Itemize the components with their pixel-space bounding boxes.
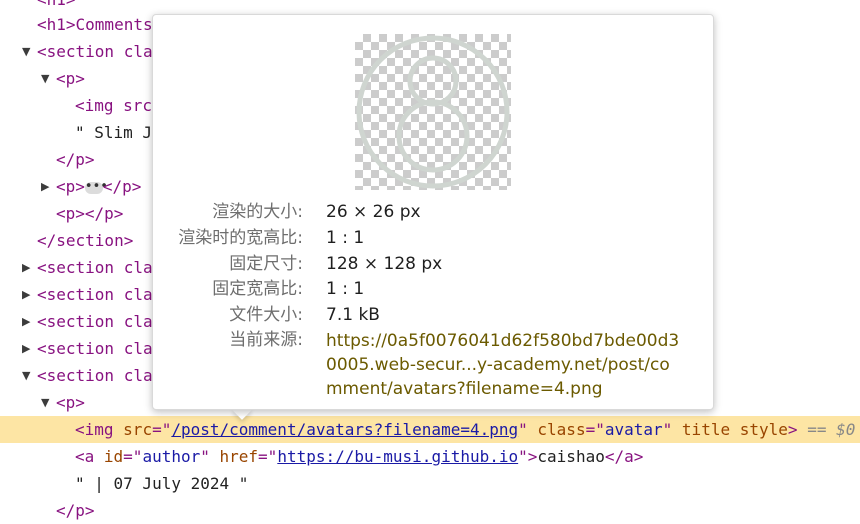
- console-ref: == $0: [807, 420, 856, 439]
- tag-p-close: </p>: [56, 501, 95, 520]
- info-row-intrinsic-size: 固定尺寸: 128 × 128 px: [153, 251, 713, 277]
- value-rendered-size: 26 × 26 px: [326, 202, 421, 222]
- tag-p: <p>: [56, 393, 85, 412]
- triangle-expanded-icon[interactable]: ▼: [41, 65, 49, 92]
- triangle-collapsed-icon[interactable]: ▶: [41, 173, 49, 200]
- label-current-source: 当前来源:: [229, 330, 303, 350]
- tag-a: <a: [75, 447, 95, 466]
- tag-img: <img: [75, 420, 114, 439]
- tag-section: <section cla: [37, 366, 153, 385]
- triangle-collapsed-icon[interactable]: ▶: [22, 308, 30, 335]
- triangle-collapsed-icon[interactable]: ▶: [22, 254, 30, 281]
- triangle-collapsed-icon[interactable]: ▶: [22, 281, 30, 308]
- tag-p-close: </p>: [56, 150, 95, 169]
- attr-quote: ": [518, 420, 528, 439]
- tag-a-close: </a>: [604, 447, 644, 466]
- triangle-expanded-icon[interactable]: ▼: [22, 38, 30, 65]
- attr-class: class: [537, 420, 586, 439]
- source-line: mment/avatars?filename=4.png: [326, 379, 603, 399]
- current-source-link[interactable]: https://0a5f0076041d62f580bd7bde00d3 000…: [326, 329, 706, 401]
- attr-href-link[interactable]: https://bu-musi.github.io: [277, 447, 518, 466]
- source-line: https://0a5f0076041d62f580bd7bde00d3: [326, 331, 680, 351]
- triangle-expanded-icon[interactable]: ▼: [41, 389, 49, 416]
- triangle-collapsed-icon[interactable]: ▶: [22, 335, 30, 362]
- image-preview-popup: 渲染的大小: 26 × 26 px 渲染时的宽高比: 1 : 1 固定尺寸: 1…: [152, 14, 714, 410]
- tag-p: <p>: [56, 69, 85, 88]
- attr-src-link[interactable]: /post/comment/avatars?filename=4.png: [171, 420, 518, 439]
- value-rendered-ratio: 1 : 1: [326, 228, 365, 248]
- attr-eq: =": [258, 447, 278, 466]
- author-text: caishao: [537, 447, 605, 466]
- attr-style: style: [739, 420, 788, 439]
- info-row-rendered-ratio: 渲染时的宽高比: 1 : 1: [153, 225, 713, 251]
- attr-id-value: author: [142, 447, 201, 466]
- attr-src: src: [123, 420, 153, 439]
- source-line: 0005.web-secur...y-academy.net/post/co: [326, 355, 670, 375]
- tag-section: <section cla: [37, 312, 153, 331]
- value-intrinsic-ratio: 1 : 1: [326, 279, 365, 299]
- text-node: " Slim Ji: [75, 123, 162, 142]
- info-row-intrinsic-ratio: 固定宽高比: 1 : 1: [153, 276, 713, 302]
- tag-close: >: [787, 420, 798, 439]
- tag-p-empty: <p></p>: [56, 204, 124, 223]
- tree-row-p-close[interactable]: </p>: [0, 497, 860, 524]
- tree-row-a[interactable]: <a id="author" href="https://bu-musi.git…: [0, 443, 860, 470]
- label-file-size: 文件大小:: [229, 305, 303, 325]
- tag-img: <img src=: [75, 96, 162, 115]
- attr-id: id: [103, 447, 124, 466]
- attr-class-value: avatar: [604, 420, 663, 439]
- attr-quote: ": [662, 420, 673, 439]
- info-row-rendered-size: 渲染的大小: 26 × 26 px: [153, 199, 713, 225]
- tag-p-collapsed: <p>•••</p>: [56, 173, 141, 200]
- avatar-image: [356, 35, 510, 189]
- label-rendered-ratio: 渲染时的宽高比:: [178, 228, 303, 248]
- ellipsis-icon[interactable]: •••: [84, 180, 108, 194]
- attr-eq: =": [585, 420, 605, 439]
- author-link-element: <a id="author" href="https://bu-musi.git…: [75, 443, 643, 470]
- label-intrinsic-ratio: 固定宽高比:: [212, 279, 303, 299]
- info-row-file-size: 文件大小: 7.1 kB: [153, 302, 713, 328]
- tree-row-date-text[interactable]: " | 07 July 2024 ": [0, 470, 860, 497]
- selected-img-element: <img src="/post/comment/avatars?filename…: [75, 416, 855, 443]
- attr-quote: ": [200, 447, 210, 466]
- label-intrinsic-size: 固定尺寸:: [229, 254, 303, 274]
- value-file-size: 7.1 kB: [326, 305, 380, 325]
- tag-section: <section cla: [37, 42, 153, 61]
- tag-p-open: <p>: [56, 177, 85, 196]
- tree-row-img-selected[interactable]: <img src="/post/comment/avatars?filename…: [0, 416, 860, 443]
- attr-quote: ">: [518, 447, 538, 466]
- attr-eq: =": [123, 447, 143, 466]
- tag-section: <section cla: [37, 258, 153, 277]
- attr-title: title: [681, 420, 731, 439]
- value-intrinsic-size: 128 × 128 px: [326, 254, 443, 274]
- tag-section-close: </section>: [37, 231, 134, 250]
- tag-section: <section cla: [37, 285, 153, 304]
- tag-section: <section cla: [37, 339, 153, 358]
- label-rendered-size: 渲染的大小:: [212, 202, 303, 222]
- attr-href: href: [219, 447, 259, 466]
- triangle-expanded-icon[interactable]: ▼: [22, 362, 30, 389]
- date-text-node: " | 07 July 2024 ": [75, 474, 249, 493]
- tag-p-close: </p>: [102, 177, 142, 196]
- attr-eq: =": [152, 420, 172, 439]
- avatar-thumbnail: [355, 34, 511, 190]
